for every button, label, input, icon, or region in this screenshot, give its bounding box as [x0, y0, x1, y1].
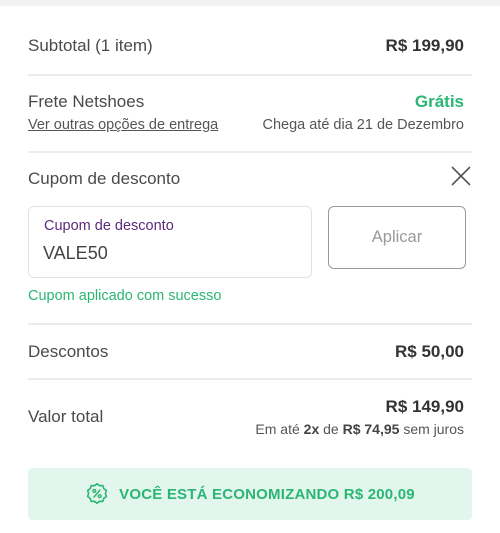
- coupon-section-header: Cupom de desconto: [28, 169, 472, 191]
- installment-amount: R$ 74,95: [342, 421, 400, 437]
- coupon-section-title: Cupom de desconto: [28, 169, 181, 188]
- coupon-success-message: Cupom aplicado com sucesso: [28, 288, 222, 304]
- total-row: Valor total R$ 149,90: [28, 397, 472, 426]
- close-icon[interactable]: [450, 165, 472, 187]
- installment-count: 2x: [303, 421, 320, 437]
- installment-prefix: Em até: [255, 421, 300, 437]
- shipping-label: Frete Netshoes: [28, 92, 145, 111]
- divider: [28, 323, 472, 325]
- savings-text: VOCÊ ESTÁ ECONOMIZANDO R$ 200,09: [119, 485, 415, 503]
- installment-suffix: sem juros: [403, 421, 464, 437]
- installment-info: Em até 2x de R$ 74,95 sem juros: [255, 421, 464, 437]
- other-delivery-options-link[interactable]: Ver outras opções de entrega: [28, 117, 218, 133]
- delivery-eta: Chega até dia 21 de Dezembro: [262, 117, 464, 133]
- savings-banner: VOCÊ ESTÁ ECONOMIZANDO R$ 200,09: [28, 468, 472, 520]
- divider: [28, 74, 472, 76]
- percent-badge-icon: [85, 482, 109, 506]
- subtotal-row: Subtotal (1 item) R$ 199,90: [28, 36, 472, 58]
- coupon-field-label: Cupom de desconto: [44, 218, 174, 234]
- subtotal-label: Subtotal (1 item): [28, 36, 153, 55]
- shipping-row: Frete Netshoes Ver outras opções de entr…: [28, 92, 472, 136]
- discounts-row: Descontos R$ 50,00: [28, 342, 472, 364]
- apply-coupon-button[interactable]: Aplicar: [328, 206, 466, 269]
- total-value: R$ 149,90: [385, 397, 464, 416]
- discounts-value: R$ 50,00: [395, 342, 464, 361]
- subtotal-value: R$ 199,90: [385, 36, 464, 55]
- discounts-label: Descontos: [28, 342, 109, 361]
- top-bar: [0, 0, 500, 6]
- shipping-price: Grátis: [414, 92, 464, 111]
- divider: [28, 151, 472, 153]
- coupon-field[interactable]: Cupom de desconto: [28, 206, 312, 278]
- total-label: Valor total: [28, 407, 104, 426]
- installment-mid: de: [323, 421, 339, 437]
- coupon-input[interactable]: [43, 243, 283, 264]
- divider: [28, 378, 472, 380]
